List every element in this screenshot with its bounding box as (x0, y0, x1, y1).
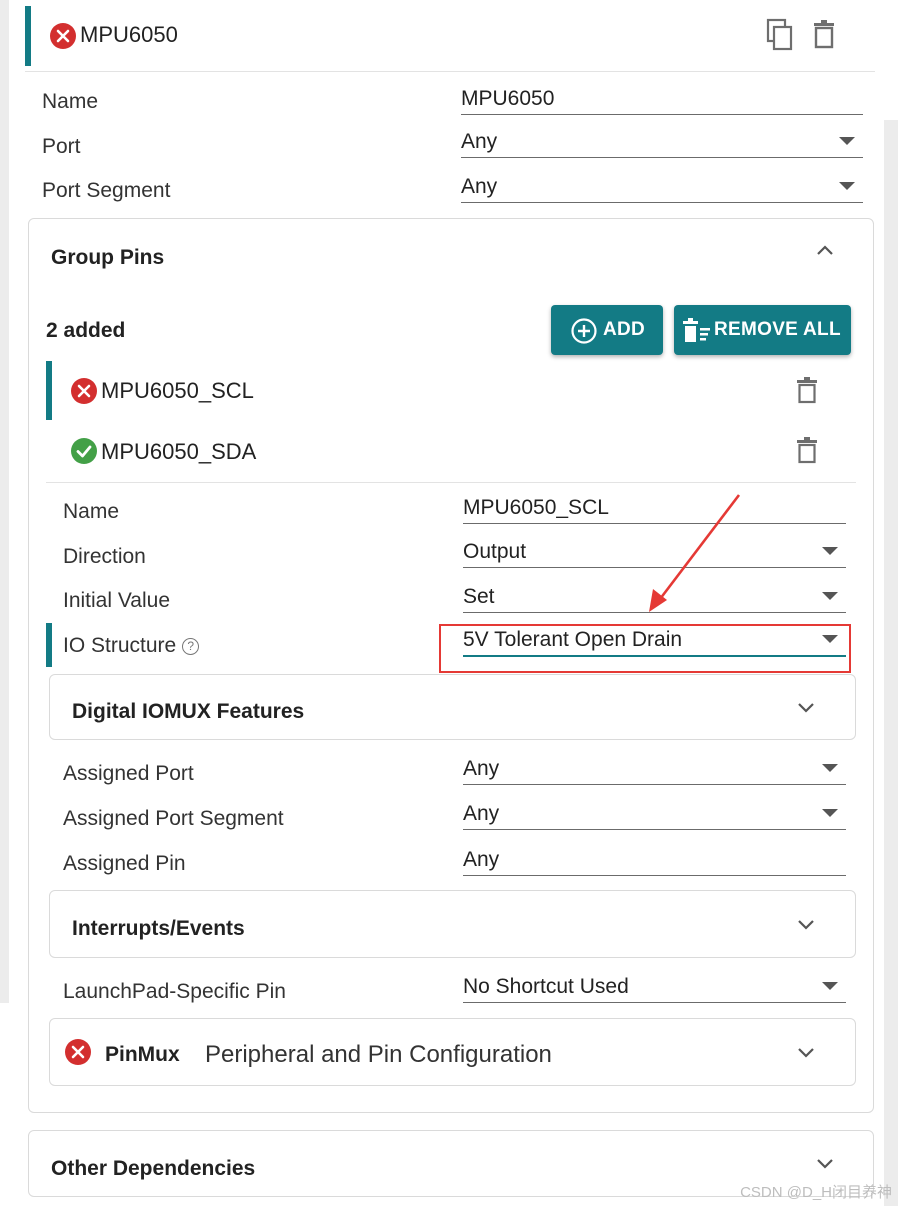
focused-row-indicator (46, 623, 52, 667)
interrupts-panel[interactable]: Interrupts/Events (49, 890, 856, 958)
trash-icon[interactable] (796, 377, 818, 404)
assigned-segment-select[interactable]: Any (463, 800, 846, 830)
add-circle-icon (571, 318, 597, 344)
assigned-port-value: Any (463, 757, 500, 780)
error-icon (65, 1039, 91, 1065)
annotation-highlight-box (439, 624, 851, 673)
direction-value: Output (463, 540, 527, 563)
name-value: MPU6050 (461, 87, 555, 110)
dropdown-arrow-icon (839, 137, 855, 145)
port-segment-label: Port Segment (42, 179, 171, 202)
pin-name-label: Name (63, 500, 120, 523)
port-segment-value: Any (461, 175, 498, 198)
dropdown-arrow-icon (822, 809, 838, 817)
direction-label: Direction (63, 545, 146, 568)
pins-count: 2 added (46, 319, 126, 342)
dropdown-arrow-icon (822, 982, 838, 990)
launchpad-pin-value: No Shortcut Used (463, 975, 629, 998)
port-select[interactable]: Any (461, 128, 863, 158)
dropdown-arrow-icon (822, 764, 838, 772)
dropdown-arrow-icon (822, 592, 838, 600)
io-structure-label: IO Structure? (63, 634, 200, 658)
assigned-pin-label: Assigned Pin (63, 852, 186, 875)
module-header[interactable]: MPU6050 (25, 0, 875, 72)
pin-name: MPU6050_SDA (101, 439, 257, 464)
launchpad-pin-label: LaunchPad-Specific Pin (63, 980, 286, 1003)
error-icon (71, 378, 97, 404)
pin-name: MPU6050_SCL (101, 378, 254, 403)
trash-icon[interactable] (812, 20, 836, 50)
divider (46, 482, 856, 483)
watermark: CSDN @D_H闭目养神 (740, 1184, 892, 1201)
selected-indicator (25, 6, 31, 66)
assigned-port-label: Assigned Port (63, 762, 194, 785)
pin-list-item[interactable]: MPU6050_SCL (60, 365, 840, 417)
check-icon (71, 438, 97, 464)
port-value: Any (461, 130, 498, 153)
dropdown-arrow-icon (822, 547, 838, 555)
port-label: Port (42, 135, 81, 158)
assigned-port-select[interactable]: Any (463, 755, 846, 785)
chevron-up-icon[interactable] (815, 243, 835, 257)
assigned-pin-value: Any (463, 848, 500, 871)
remove-all-button[interactable]: REMOVE ALL (674, 305, 851, 355)
dropdown-arrow-icon (839, 182, 855, 190)
delete-sweep-icon (683, 318, 710, 342)
add-button-label: ADD (603, 319, 646, 340)
initial-value-value: Set (463, 585, 495, 608)
trash-icon[interactable] (796, 437, 818, 464)
digital-iomux-title: Digital IOMUX Features (72, 700, 305, 723)
initial-value-label: Initial Value (63, 589, 171, 612)
module-title: MPU6050 (80, 22, 178, 47)
assigned-segment-label: Assigned Port Segment (63, 807, 284, 830)
add-button[interactable]: ADD (551, 305, 663, 355)
assigned-pin-input[interactable]: Any (463, 846, 846, 876)
error-icon (50, 23, 76, 49)
pin-name-value: MPU6050_SCL (463, 496, 609, 519)
pinmux-subtitle: Peripheral and Pin Configuration (205, 1041, 552, 1068)
name-label: Name (42, 90, 99, 113)
selected-pin-indicator (46, 361, 52, 420)
copy-icon[interactable] (765, 18, 795, 52)
pinmux-title: PinMux (105, 1043, 180, 1066)
chevron-down-icon[interactable] (815, 1157, 835, 1171)
help-icon[interactable]: ? (182, 637, 200, 655)
chevron-down-icon[interactable] (796, 1046, 816, 1060)
annotation-arrow (649, 494, 741, 612)
chevron-down-icon[interactable] (796, 701, 816, 715)
launchpad-pin-select[interactable]: No Shortcut Used (463, 973, 846, 1003)
digital-iomux-panel[interactable]: Digital IOMUX Features (49, 674, 856, 740)
remove-all-label: REMOVE ALL (714, 319, 841, 340)
assigned-segment-value: Any (463, 802, 500, 825)
port-segment-select[interactable]: Any (461, 173, 863, 203)
right-scroll-track (884, 120, 898, 1206)
chevron-down-icon[interactable] (796, 918, 816, 932)
name-input[interactable]: MPU6050 (461, 85, 863, 115)
group-pins-title: Group Pins (51, 246, 165, 269)
pin-list-item[interactable]: MPU6050_SDA (60, 425, 840, 477)
pinmux-panel[interactable]: PinMux Peripheral and Pin Configuration (49, 1018, 856, 1086)
left-scroll-track (0, 0, 9, 1003)
interrupts-title: Interrupts/Events (72, 917, 245, 940)
other-dependencies-title: Other Dependencies (51, 1157, 256, 1180)
